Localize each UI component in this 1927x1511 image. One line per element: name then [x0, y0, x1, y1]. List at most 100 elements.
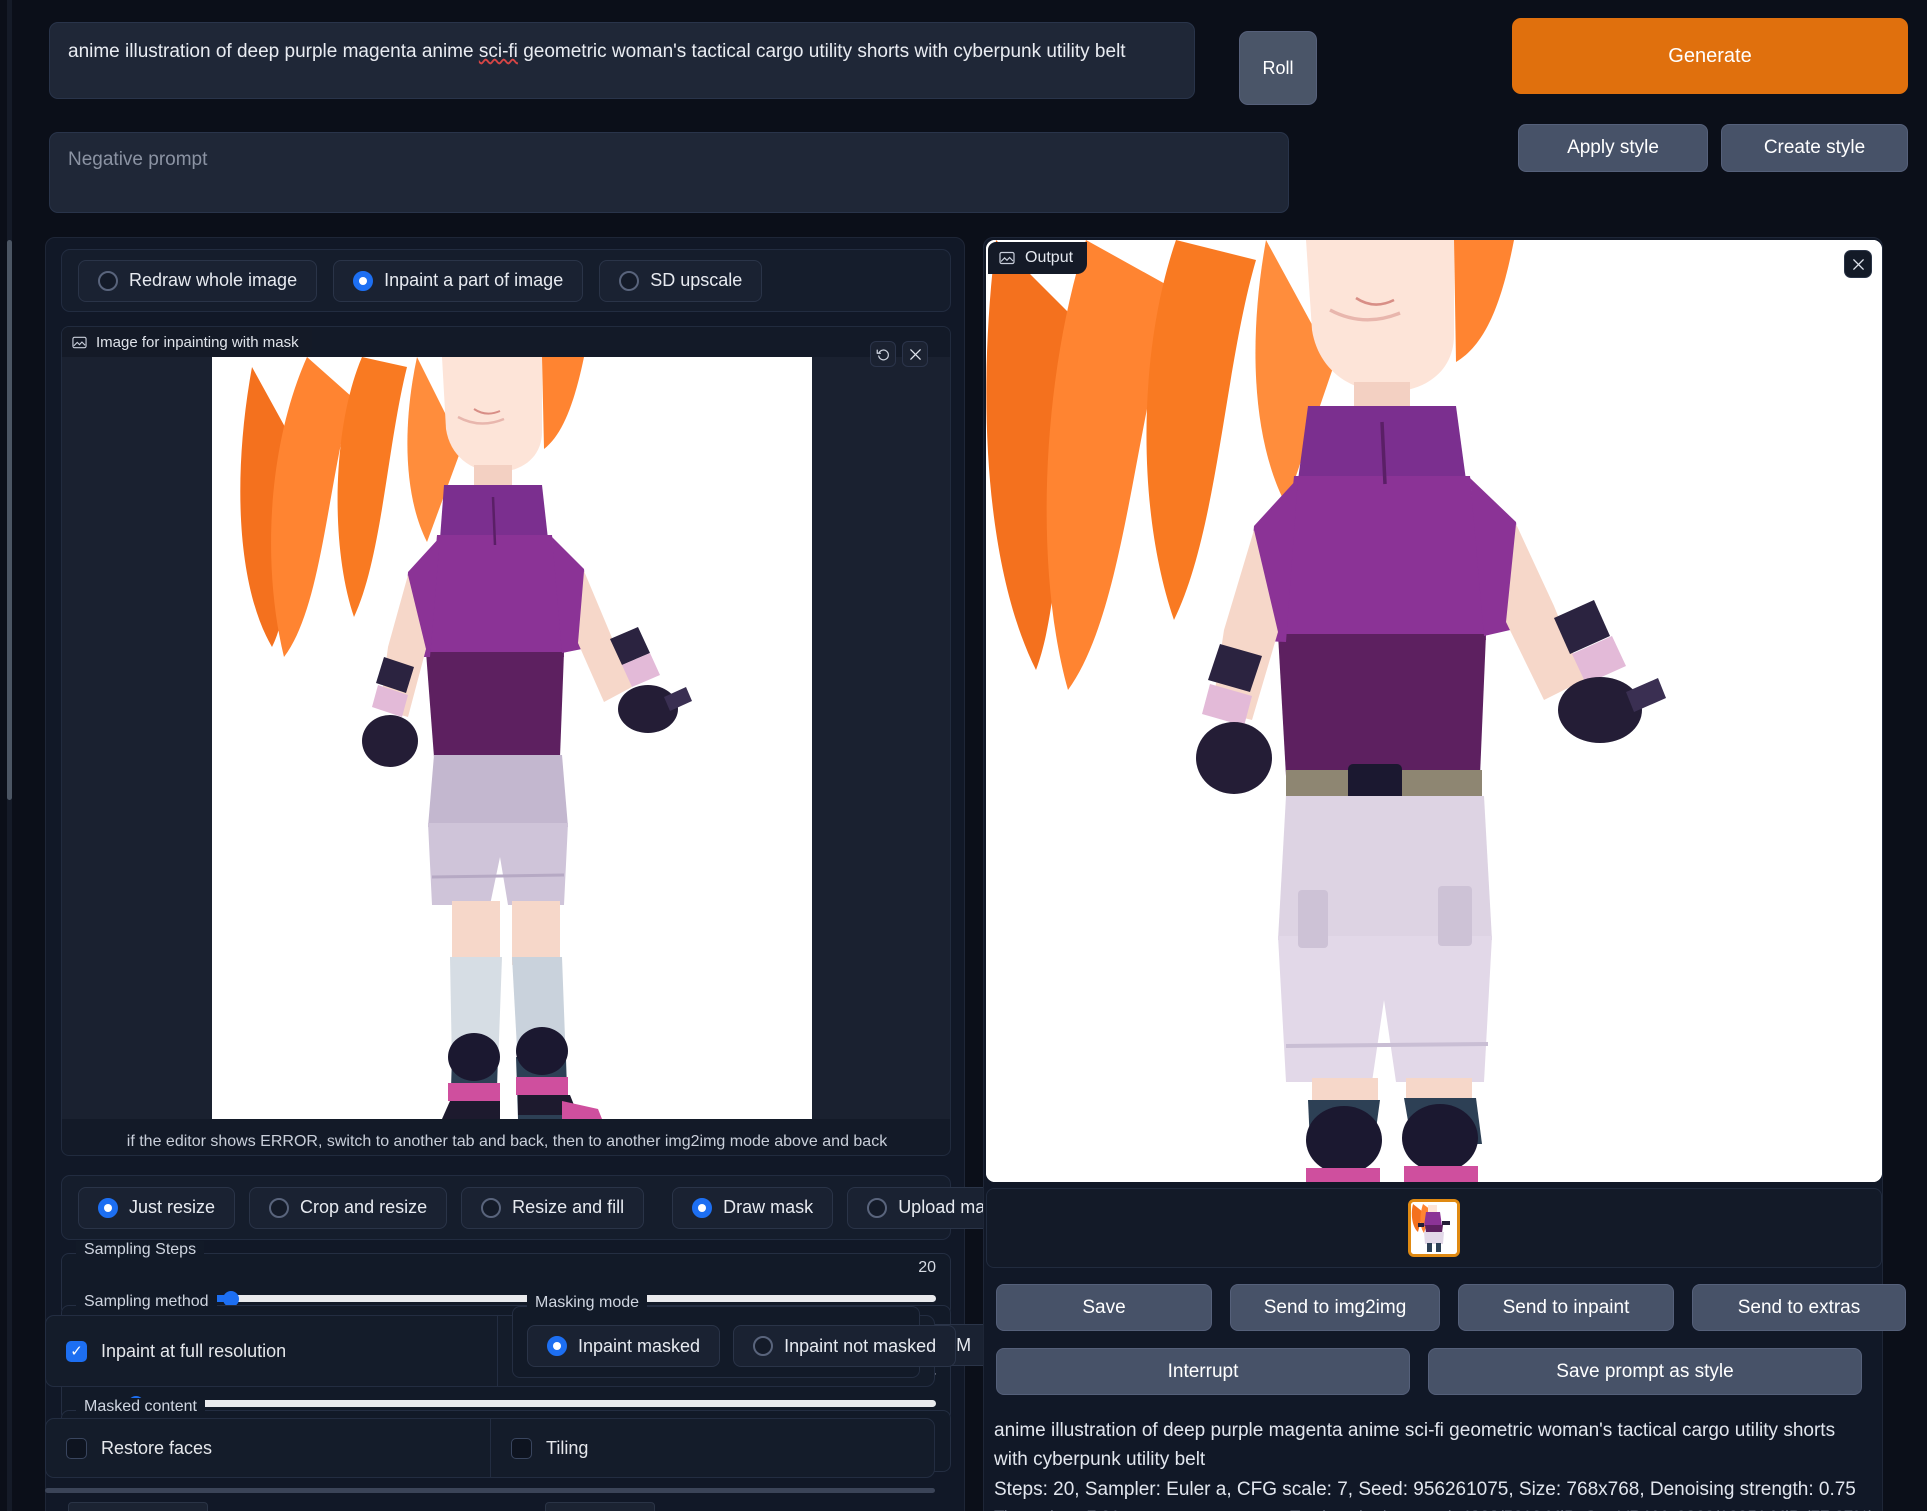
output-action-send-to-inpaint[interactable]: Send to inpaint: [1458, 1284, 1674, 1331]
resize-mode-row: Just resize Crop and resize Resize and fil…: [61, 1175, 1024, 1240]
img2img-mode-label: SD upscale: [650, 270, 743, 290]
output-gallery[interactable]: [986, 1188, 1882, 1268]
output-actions-row-2: Interrupt Save prompt as style: [996, 1348, 1862, 1395]
output-action-save[interactable]: Save: [996, 1284, 1212, 1331]
cut-off-control-right[interactable]: [545, 1502, 655, 1511]
radio-dot-icon[interactable]: [867, 1197, 888, 1218]
checkbox-box[interactable]: [66, 1437, 87, 1459]
output-metadata: anime illustration of deep purple magent…: [994, 1416, 1874, 1511]
inpaint-editor-hint: if the editor shows ERROR, switch to ano…: [126, 1133, 888, 1150]
stable-diffusion-webui: anime illustration of deep purple magent…: [0, 0, 1927, 1511]
negative-prompt-placeholder: Negative prompt: [68, 149, 208, 170]
inpaint-options-row: Inpaint at full resolution Masking mode …: [45, 1294, 957, 1387]
inpaint-editor-tools: [870, 341, 928, 367]
resize-mode-label: Just resize: [129, 1197, 216, 1217]
prompt-input[interactable]: anime illustration of deep purple magent…: [49, 22, 1195, 99]
masking-mode-inpaint-not-masked[interactable]: Inpaint not masked: [733, 1325, 957, 1367]
sampling-steps-label: Sampling Steps: [76, 1241, 205, 1259]
masking-mode-label: Inpaint masked: [578, 1335, 701, 1356]
output-image-area[interactable]: Output: [986, 240, 1882, 1182]
image-icon: [999, 251, 1015, 265]
radio-dot-icon[interactable]: [692, 1197, 713, 1218]
masking-mode-group: Masking mode Inpaint masked Inpaint not m…: [512, 1294, 957, 1378]
close-icon[interactable]: [1844, 250, 1872, 278]
img2img-mode-inpaint-a-part-of-image[interactable]: Inpaint a part of image: [333, 259, 584, 302]
output-action-save-prompt-as-style[interactable]: Save prompt as style: [1428, 1348, 1862, 1395]
tiling-label: Tiling: [546, 1437, 589, 1458]
page-scrollbar[interactable]: [0, 0, 16, 1511]
radio-dot-icon[interactable]: [353, 270, 374, 291]
restore-faces-label: Restore faces: [101, 1437, 213, 1458]
radio-dot-icon[interactable]: [98, 1197, 118, 1218]
cut-off-control-left[interactable]: [68, 1502, 208, 1511]
img2img-mode-sd-upscale[interactable]: SD upscale: [599, 259, 763, 302]
negative-prompt-input[interactable]: Negative prompt: [49, 132, 1289, 213]
img2img-mode-label: Inpaint a part of image: [384, 270, 564, 290]
extras-row: Restore faces Tiling: [45, 1418, 935, 1478]
output-action-interrupt[interactable]: Interrupt: [996, 1348, 1410, 1395]
mask-source-radio-group: Draw mask Upload mask: [672, 1186, 1024, 1229]
masking-mode-label: Masking mode: [527, 1294, 648, 1312]
checkbox-box[interactable]: [511, 1437, 532, 1459]
right-gutter: [1917, 0, 1927, 1511]
create-style-button[interactable]: Create style: [1721, 124, 1908, 172]
sampling-method-label: Sampling method: [76, 1293, 217, 1311]
inpaint-full-resolution-label: Inpaint at full resolution: [101, 1340, 287, 1361]
resize-mode-resize-and-fill[interactable]: Resize and fill: [461, 1186, 645, 1229]
masking-mode-radio-group: Inpaint masked Inpaint not masked: [527, 1325, 957, 1367]
scrollbar-thumb[interactable]: [7, 240, 12, 800]
image-icon: [72, 336, 87, 348]
masking-mode-inpaint-masked[interactable]: Inpaint masked: [527, 1325, 721, 1367]
mask-source-label: Draw mask: [723, 1197, 814, 1217]
inpaint-source-image[interactable]: [212, 357, 812, 1119]
output-actions-row-1: Save Send to img2img Send to inpaint Send t…: [996, 1284, 1906, 1331]
resize-mode-crop-and-resize[interactable]: Crop and resize: [249, 1186, 448, 1229]
gallery-thumbnail[interactable]: [1408, 1199, 1460, 1257]
checkbox-box[interactable]: [66, 1340, 87, 1362]
tiling-checkbox[interactable]: Tiling: [490, 1419, 934, 1477]
output-action-send-to-img2img[interactable]: Send to img2img: [1230, 1284, 1440, 1331]
vram-status: Torch active/reserved: 4323/5618 MiB, Sy…: [1290, 1504, 1874, 1511]
restore-faces-checkbox[interactable]: Restore faces: [46, 1419, 490, 1477]
inpaint-image-editor[interactable]: Image for inpainting with mask if the ed…: [61, 326, 951, 1156]
output-image[interactable]: [986, 240, 1882, 1182]
output-meta-prompt: anime illustration of deep purple magent…: [994, 1420, 1836, 1471]
img2img-mode-radio-group: Redraw whole image Inpaint a part of imag…: [61, 249, 951, 312]
img2img-mode-redraw-whole-image[interactable]: Redraw whole image: [78, 259, 318, 302]
time-taken: Time taken: 7.91s: [994, 1504, 1129, 1511]
output-label-text: Output: [1025, 249, 1074, 266]
resize-mode-label: Crop and resize: [300, 1197, 428, 1217]
masked-content-label: Masked content: [76, 1398, 205, 1416]
resize-mode-radio-group: Just resize Crop and resize Resize and fil…: [78, 1186, 645, 1229]
output-action-send-to-extras[interactable]: Send to extras: [1692, 1284, 1906, 1331]
radio-dot-icon[interactable]: [547, 1336, 567, 1356]
inpaint-editor-label-text: Image for inpainting with mask: [96, 333, 299, 351]
mask-source-draw-mask[interactable]: Draw mask: [672, 1186, 834, 1229]
masking-mode-cell: Masking mode Inpaint masked Inpaint not m…: [497, 1294, 957, 1386]
radio-dot-icon[interactable]: [269, 1197, 290, 1218]
radio-dot-icon[interactable]: [98, 270, 118, 291]
inpaint-canvas[interactable]: [62, 357, 950, 1119]
anime-figure-illustration: [212, 357, 812, 1119]
horizontal-scrollbar[interactable]: [45, 1488, 935, 1493]
prompt-text: anime illustration of deep purple magent…: [68, 41, 1126, 62]
slider-track: [76, 1400, 936, 1407]
radio-dot-icon[interactable]: [481, 1197, 502, 1218]
output-meta-params: Steps: 20, Sampler: Euler a, CFG scale: …: [994, 1478, 1856, 1500]
sampling-steps-value: 20: [918, 1259, 936, 1276]
prompt-toolbar: anime illustration of deep purple magent…: [24, 14, 1908, 213]
roll-button[interactable]: Roll: [1239, 31, 1317, 105]
radio-dot-icon[interactable]: [753, 1336, 774, 1356]
mask-blur-slider[interactable]: [76, 1396, 936, 1412]
masking-mode-label: Inpaint not masked: [784, 1335, 937, 1356]
inpaint-full-resolution-checkbox[interactable]: Inpaint at full resolution: [46, 1316, 497, 1386]
resize-mode-just-resize[interactable]: Just resize: [78, 1186, 236, 1229]
img2img-mode-label: Redraw whole image: [129, 270, 298, 290]
undo-icon[interactable]: [870, 341, 896, 367]
output-label: Output: [988, 242, 1088, 274]
generate-button[interactable]: Generate: [1512, 18, 1908, 94]
apply-style-button[interactable]: Apply style: [1518, 124, 1708, 172]
output-panel: Output Save Send to img2img Send to inpain…: [983, 237, 1906, 1511]
close-icon[interactable]: [902, 341, 928, 367]
radio-dot-icon[interactable]: [619, 270, 640, 291]
